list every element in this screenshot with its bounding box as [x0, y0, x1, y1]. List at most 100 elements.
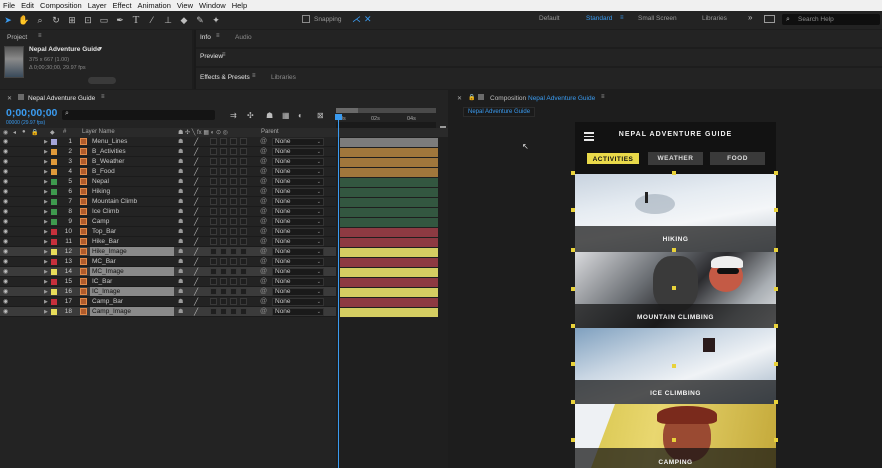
shy-switch-icon[interactable]: ☗: [178, 299, 184, 305]
motion-blur-switch[interactable]: [230, 138, 237, 145]
shy-switch-icon[interactable]: ☗: [178, 169, 184, 175]
layer-row[interactable]: ◉ ▶ 2 B_Activities ☗ ╱ @ None ⌄: [0, 147, 336, 157]
eye-icon[interactable]: ◉: [3, 229, 10, 235]
layer-label-color[interactable]: [51, 178, 57, 185]
frame-blend-switch[interactable]: [220, 158, 227, 165]
layer-duration-bar[interactable]: [340, 308, 438, 317]
frame-blend-switch[interactable]: [220, 188, 227, 195]
fx-switch[interactable]: [210, 268, 217, 275]
adjustment-switch[interactable]: [240, 158, 247, 165]
pick-whip-icon[interactable]: @: [260, 278, 267, 285]
shy-switch-icon[interactable]: ☗: [178, 189, 184, 195]
layer-label-color[interactable]: [51, 298, 57, 305]
adjustment-switch[interactable]: [240, 148, 247, 155]
motion-blur-switch[interactable]: [230, 258, 237, 265]
layer-row[interactable]: ◉ ▶ 18 Camp_Image ☗ ╱ @ None ⌄: [0, 307, 336, 317]
expand-triangle-icon[interactable]: ▶: [44, 279, 48, 285]
transform-handle[interactable]: [672, 438, 676, 442]
motion-blur-switch[interactable]: [230, 288, 237, 295]
workspace-menu-icon[interactable]: ≡: [620, 15, 624, 21]
eye-icon[interactable]: ◉: [3, 179, 10, 185]
fx-switch[interactable]: [210, 238, 217, 245]
fx-switch[interactable]: [210, 248, 217, 255]
pick-whip-icon[interactable]: @: [260, 168, 267, 175]
pick-whip-icon[interactable]: @: [260, 198, 267, 205]
transform-handle[interactable]: [571, 438, 575, 442]
layer-label-color[interactable]: [51, 228, 57, 235]
layer-label-color[interactable]: [51, 188, 57, 195]
rectangle-tool-icon[interactable]: ▭: [98, 14, 110, 26]
frame-blend-switch[interactable]: [220, 308, 227, 315]
layer-row[interactable]: ◉ ▶ 3 B_Weather ☗ ╱ @ None ⌄: [0, 157, 336, 167]
layer-label-color[interactable]: [51, 268, 57, 275]
parent-select[interactable]: None ⌄: [272, 137, 324, 146]
motion-blur-switch[interactable]: [230, 298, 237, 305]
fx-switch[interactable]: [210, 208, 217, 215]
layer-name[interactable]: B_Food: [90, 167, 174, 176]
parent-select[interactable]: None ⌄: [272, 187, 324, 196]
fx-switch[interactable]: [210, 178, 217, 185]
workspace-small-screen[interactable]: Small Screen: [638, 15, 677, 22]
fx-switch[interactable]: [210, 308, 217, 315]
frame-blend-switch[interactable]: [220, 268, 227, 275]
layer-duration-bar[interactable]: [340, 148, 438, 157]
col-layer-name[interactable]: Layer Name: [82, 129, 115, 135]
layer-label-color[interactable]: [51, 168, 57, 175]
pan-behind-tool-icon[interactable]: ⊡: [82, 14, 94, 26]
motion-blur-switch[interactable]: [230, 148, 237, 155]
effects-menu-icon[interactable]: ≡: [252, 73, 256, 79]
layer-duration-bar[interactable]: [340, 258, 438, 267]
parent-select[interactable]: None ⌄: [272, 307, 324, 316]
shy-switch-icon[interactable]: ☗: [178, 269, 184, 275]
eye-icon[interactable]: ◉: [3, 189, 10, 195]
layer-search-input[interactable]: ⌕: [62, 110, 215, 120]
layer-name[interactable]: Ice Climb: [90, 207, 174, 216]
adjustment-switch[interactable]: [240, 208, 247, 215]
quality-switch-icon[interactable]: ╱: [194, 298, 202, 306]
playhead-handle[interactable]: [335, 114, 342, 120]
quality-switch-icon[interactable]: ╱: [194, 188, 202, 196]
layer-row[interactable]: ◉ ▶ 16 IC_Image ☗ ╱ @ None ⌄: [0, 287, 336, 297]
shy-switch-icon[interactable]: ☗: [178, 289, 184, 295]
timecode-display[interactable]: 0;00;00;00: [6, 107, 57, 119]
shy-switch-icon[interactable]: ☗: [178, 199, 184, 205]
tab-preview[interactable]: Preview: [200, 53, 223, 60]
motion-blur-switch[interactable]: [230, 158, 237, 165]
menu-help[interactable]: Help: [229, 1, 250, 10]
eye-icon[interactable]: ◉: [3, 279, 10, 285]
layer-label-color[interactable]: [51, 198, 57, 205]
expand-triangle-icon[interactable]: ▶: [44, 289, 48, 295]
adjustment-switch[interactable]: [240, 218, 247, 225]
layer-row[interactable]: ◉ ▶ 5 Nepal ☗ ╱ @ None ⌄: [0, 177, 336, 187]
frame-blend-switch[interactable]: [220, 228, 227, 235]
expand-triangle-icon[interactable]: ▶: [44, 179, 48, 185]
layer-name[interactable]: MC_Image: [90, 267, 174, 276]
eye-icon[interactable]: ◉: [3, 219, 10, 225]
layer-duration-bar[interactable]: [340, 298, 438, 307]
layer-label-color[interactable]: [51, 248, 57, 255]
expand-triangle-icon[interactable]: ▶: [44, 189, 48, 195]
workspace-default[interactable]: Default: [539, 15, 560, 22]
draft-3d-icon[interactable]: ✣: [247, 111, 254, 120]
fx-switch[interactable]: [210, 288, 217, 295]
layer-duration-bar[interactable]: [340, 208, 438, 217]
fx-switch[interactable]: [210, 278, 217, 285]
layer-row[interactable]: ◉ ▶ 12 Hike_Image ☗ ╱ @ None ⌄: [0, 247, 336, 257]
composition-name-link[interactable]: Nepal Adventure Guide: [528, 95, 595, 102]
eye-icon[interactable]: ◉: [3, 239, 10, 245]
transform-handle[interactable]: [774, 208, 778, 212]
layer-row[interactable]: ◉ ▶ 8 Ice Climb ☗ ╱ @ None ⌄: [0, 207, 336, 217]
layer-label-color[interactable]: [51, 158, 57, 165]
eye-icon[interactable]: ◉: [3, 289, 10, 295]
parent-select[interactable]: None ⌄: [272, 217, 324, 226]
eye-icon[interactable]: ◉: [3, 139, 10, 145]
quality-switch-icon[interactable]: ╱: [194, 288, 202, 296]
card-mountain-climbing[interactable]: MOUNTAIN CLIMBING: [575, 252, 776, 330]
layer-name[interactable]: Mountain Climb: [90, 197, 174, 206]
parent-select[interactable]: None ⌄: [272, 267, 324, 276]
parent-select[interactable]: None ⌄: [272, 287, 324, 296]
eye-icon[interactable]: ◉: [3, 149, 10, 155]
frame-blend-switch[interactable]: [220, 298, 227, 305]
quality-switch-icon[interactable]: ╱: [194, 238, 202, 246]
layer-duration-bar[interactable]: [340, 168, 438, 177]
